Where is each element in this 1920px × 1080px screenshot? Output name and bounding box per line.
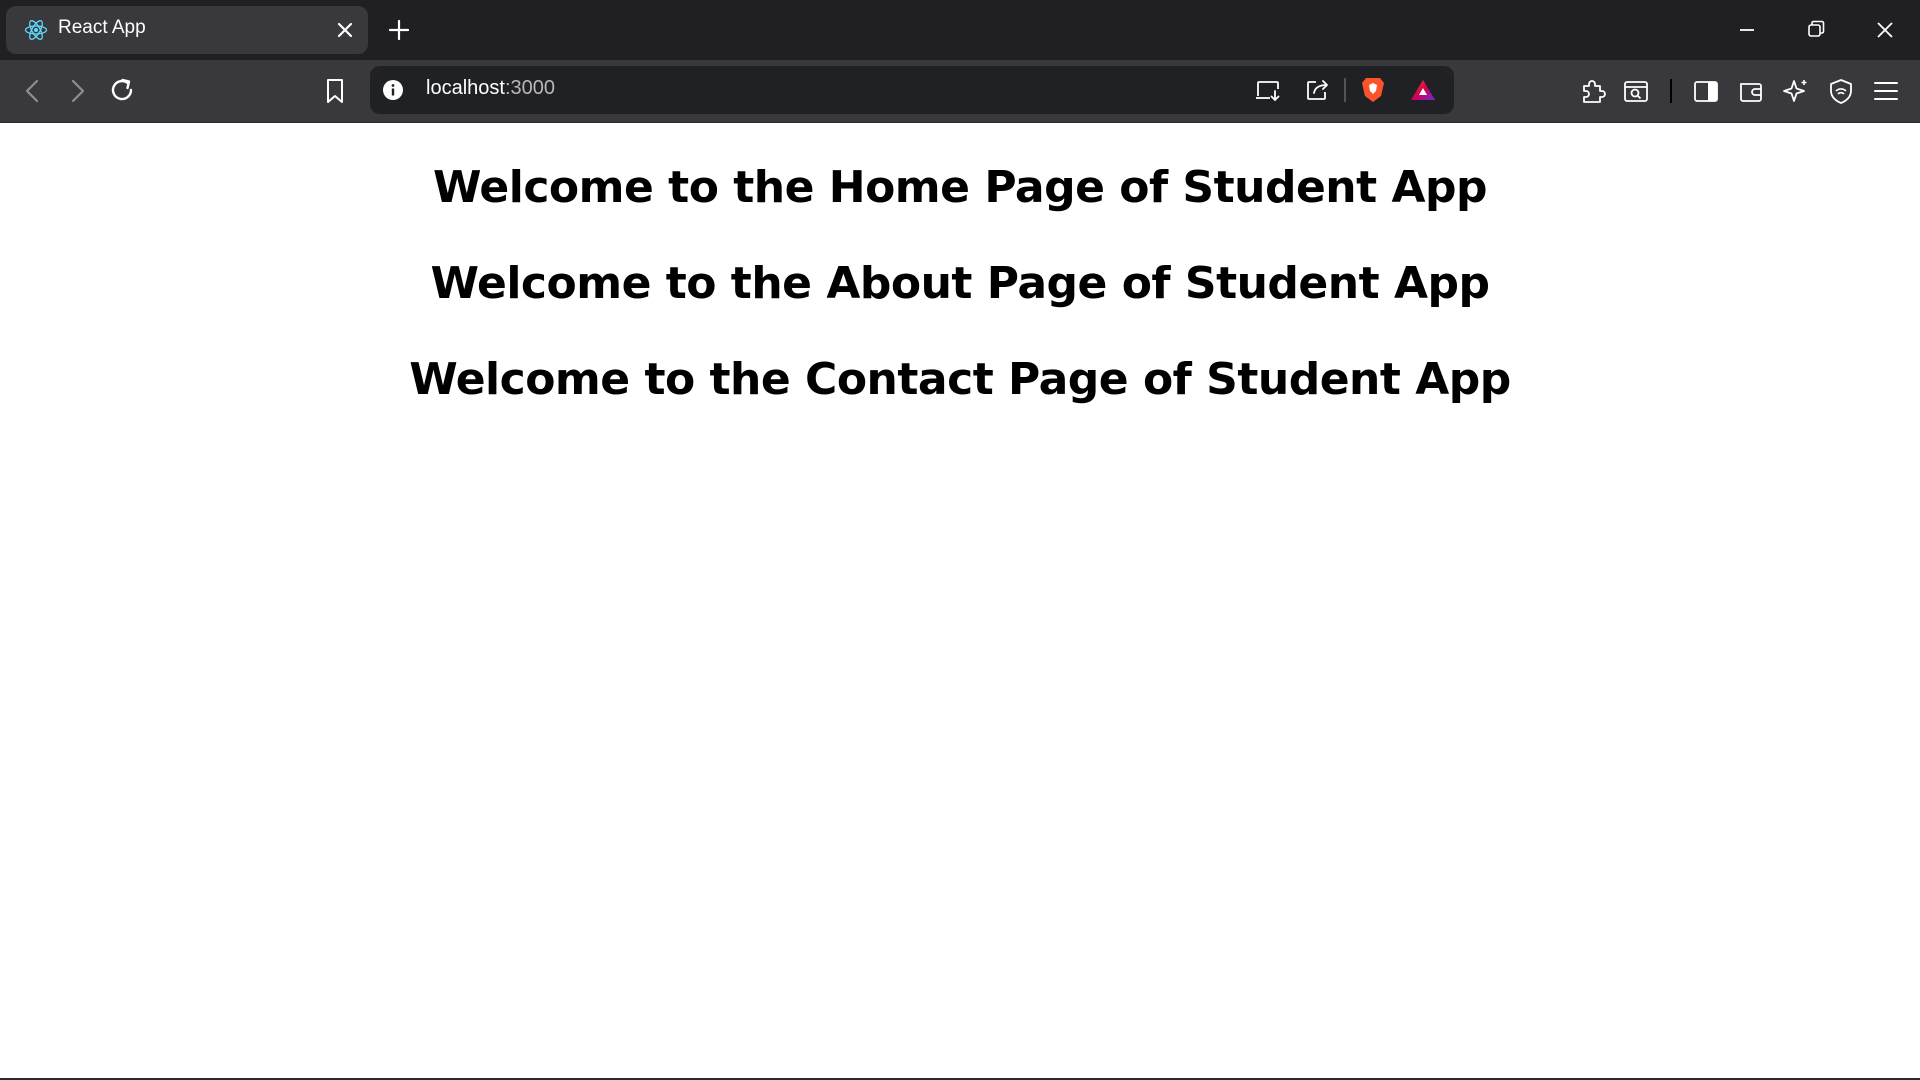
contact-page-heading: Welcome to the Contact Page of Student A… bbox=[409, 354, 1511, 405]
url-text[interactable]: localhost:3000 bbox=[426, 77, 555, 100]
minimize-window-icon[interactable] bbox=[1732, 15, 1762, 45]
brave-rewards-icon[interactable] bbox=[1410, 78, 1436, 102]
close-window-icon[interactable] bbox=[1870, 15, 1900, 45]
browser-tab[interactable]: React App bbox=[6, 6, 368, 54]
search-tab-icon[interactable] bbox=[1621, 76, 1651, 106]
tab-title: React App bbox=[58, 17, 146, 38]
restore-window-icon[interactable] bbox=[1801, 15, 1831, 45]
vpn-shield-icon[interactable] bbox=[1826, 76, 1856, 106]
wallet-icon[interactable] bbox=[1736, 76, 1766, 106]
forward-icon[interactable] bbox=[62, 76, 92, 106]
close-tab-icon[interactable] bbox=[334, 19, 356, 41]
menu-icon[interactable] bbox=[1871, 76, 1901, 106]
sidebar-icon[interactable] bbox=[1691, 76, 1721, 106]
browser-titlebar: React App bbox=[0, 0, 1920, 60]
url-port: :3000 bbox=[504, 77, 555, 99]
leo-ai-icon[interactable] bbox=[1781, 76, 1811, 106]
new-tab-icon[interactable] bbox=[386, 17, 412, 43]
bookmark-icon[interactable] bbox=[320, 76, 350, 106]
url-host: localhost bbox=[426, 77, 505, 99]
extensions-icon[interactable] bbox=[1578, 76, 1608, 106]
react-logo-icon bbox=[24, 20, 48, 40]
home-page-heading: Welcome to the Home Page of Student App bbox=[432, 162, 1488, 213]
share-icon[interactable] bbox=[1304, 77, 1332, 103]
brave-shields-icon[interactable] bbox=[1360, 76, 1386, 104]
about-page-heading: Welcome to the About Page of Student App bbox=[430, 258, 1490, 309]
back-icon[interactable] bbox=[18, 76, 48, 106]
headings-container: Welcome to the Home Page of Student App … bbox=[0, 140, 1920, 428]
reload-icon[interactable] bbox=[107, 75, 137, 105]
site-info-icon[interactable] bbox=[382, 79, 404, 101]
toolbar-divider bbox=[1670, 79, 1672, 103]
page-content: Welcome to the Home Page of Student App … bbox=[0, 123, 1920, 1078]
address-bar-divider bbox=[1344, 78, 1346, 102]
address-bar[interactable]: localhost:3000 bbox=[370, 66, 1454, 114]
install-app-icon[interactable] bbox=[1254, 78, 1282, 104]
